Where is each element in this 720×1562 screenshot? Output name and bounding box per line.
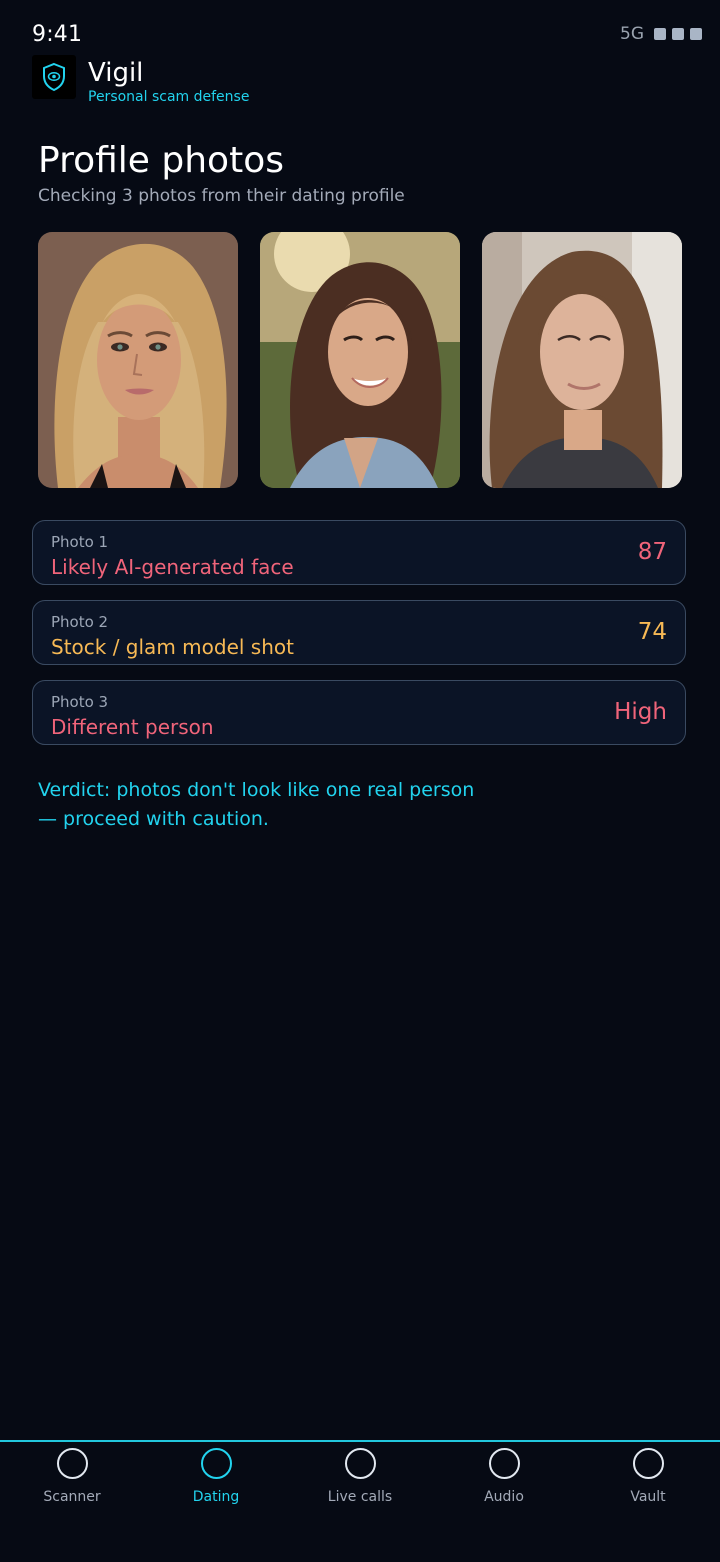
nav-label: Dating xyxy=(192,1489,240,1505)
nav-item-scanner[interactable]: Scanner xyxy=(0,1448,144,1518)
bottom-nav: Scanner Dating Live calls Audio Vault xyxy=(0,1440,720,1562)
network-type: 5G xyxy=(620,24,644,44)
app-name: Vigil xyxy=(88,58,144,88)
status-indicators: 5G xyxy=(620,24,702,44)
nav-label: Scanner xyxy=(43,1489,101,1505)
verdict-text: Verdict: photos don't look like one real… xyxy=(38,779,475,830)
app-tagline: Personal scam defense xyxy=(88,89,250,105)
result-label: Photo 1 xyxy=(51,533,109,551)
risk-score: High xyxy=(614,699,667,725)
risk-score: 87 xyxy=(637,539,667,565)
nav-label: Live calls xyxy=(327,1489,393,1505)
live-calls-icon xyxy=(344,1448,376,1479)
result-card-photo-2[interactable]: Photo 2 Stock / glam model shot 74 xyxy=(32,600,686,665)
scanner-icon xyxy=(56,1448,88,1479)
shield-eye-icon xyxy=(32,55,76,99)
result-label: Photo 3 xyxy=(51,693,109,711)
battery-icon xyxy=(690,28,702,40)
result-finding: Likely AI-generated face xyxy=(51,555,294,579)
nav-label: Vault xyxy=(630,1489,666,1505)
result-card-photo-3[interactable]: Photo 3 Different person High xyxy=(32,680,686,745)
result-card-photo-1[interactable]: Photo 1 Likely AI-generated face 87 xyxy=(32,520,686,585)
profile-photo-2[interactable] xyxy=(260,232,460,488)
status-time: 9:41 xyxy=(32,22,83,47)
profile-photo-3[interactable] xyxy=(482,232,682,488)
vault-icon xyxy=(632,1448,664,1479)
dating-icon xyxy=(200,1448,232,1479)
page-title: Profile photos xyxy=(38,140,284,181)
nav-item-live-calls[interactable]: Live calls xyxy=(288,1448,432,1518)
result-finding: Different person xyxy=(51,715,214,739)
wifi-icon xyxy=(672,28,684,40)
nav-label: Audio xyxy=(484,1489,524,1505)
result-finding: Stock / glam model shot xyxy=(51,635,294,659)
page-subtitle: Checking 3 photos from their dating prof… xyxy=(38,186,405,206)
profile-photo-1[interactable] xyxy=(38,232,238,488)
audio-icon xyxy=(488,1448,520,1479)
nav-item-dating[interactable]: Dating xyxy=(144,1448,288,1518)
result-label: Photo 2 xyxy=(51,613,109,631)
nav-item-vault[interactable]: Vault xyxy=(576,1448,720,1518)
risk-score: 74 xyxy=(637,619,667,645)
nav-item-audio[interactable]: Audio xyxy=(432,1448,576,1518)
signal-icon xyxy=(654,28,666,40)
